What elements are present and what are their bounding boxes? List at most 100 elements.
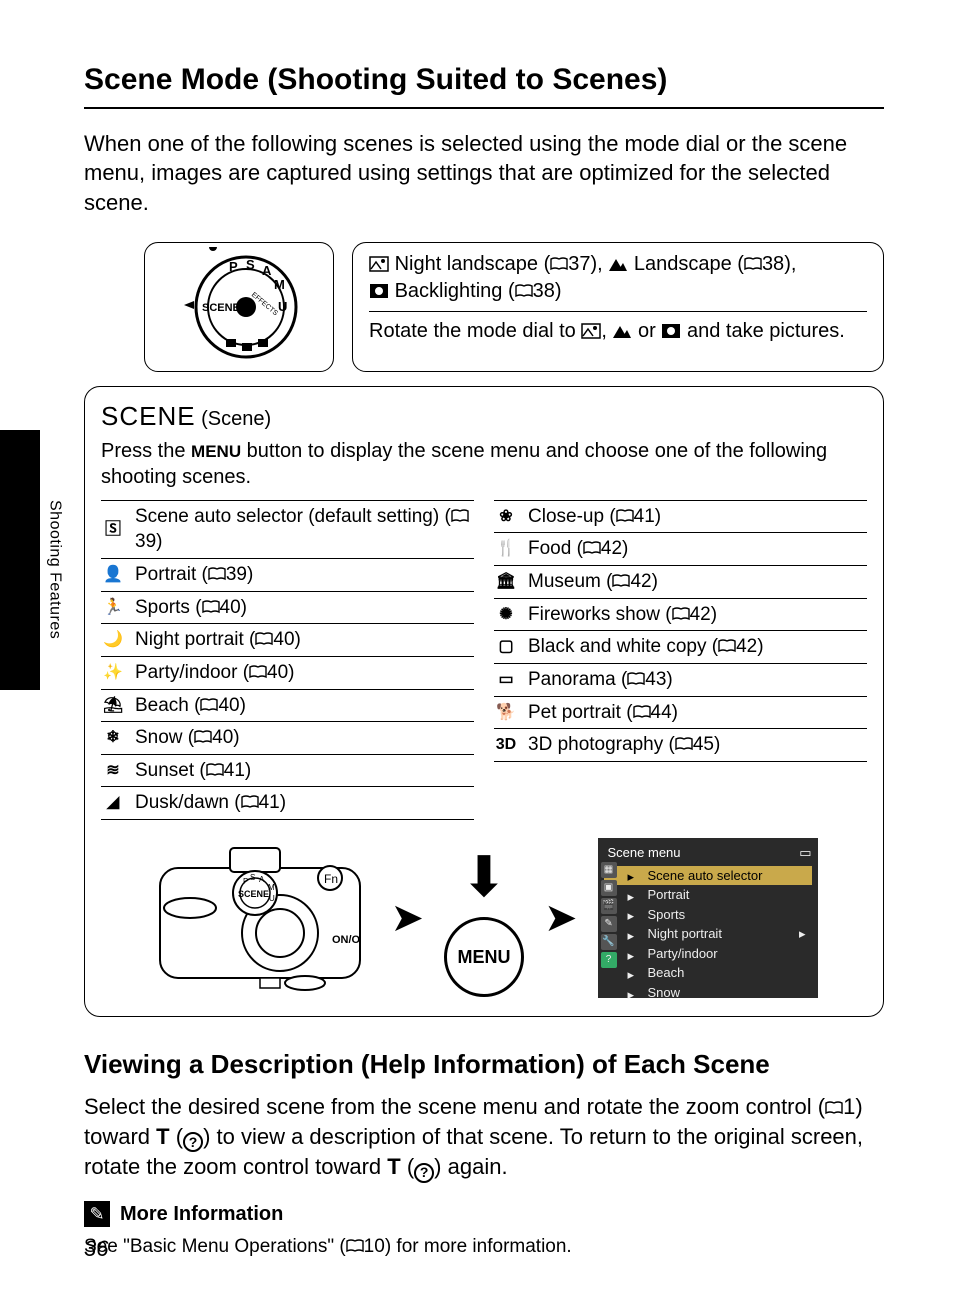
note-pencil-icon: ✎ bbox=[84, 1201, 110, 1227]
scene-box: SCENE (Scene) Press the MENU button to d… bbox=[84, 386, 884, 1018]
scene-icon: 🏃 bbox=[101, 597, 125, 619]
scene-icon: 🌙 bbox=[101, 629, 125, 651]
scene-label: Scene auto selector (default setting) (3… bbox=[135, 504, 474, 555]
page-number: 36 bbox=[84, 1234, 108, 1264]
scene-label: Party/indoor (40) bbox=[135, 660, 295, 686]
scene-subtext: Press the MENU button to display the sce… bbox=[101, 438, 867, 490]
arrow-icon: ➤ bbox=[390, 891, 424, 945]
scene-heading-word: SCENE bbox=[101, 401, 196, 431]
mode-dial-row: SCENE P S A M U EFFECTS Night landscape … bbox=[84, 242, 884, 372]
svg-text:SCENE: SCENE bbox=[238, 889, 269, 899]
night-landscape-ref: (37), bbox=[544, 253, 603, 275]
side-section-label: Shooting Features bbox=[44, 500, 66, 639]
scene-icon: ◢ bbox=[101, 792, 125, 814]
scene-row: ▢ Black and white copy (42) bbox=[494, 631, 867, 664]
help-icon: ? bbox=[414, 1163, 434, 1183]
svg-text:P: P bbox=[229, 259, 238, 274]
svg-text:A: A bbox=[262, 263, 272, 278]
lcd-row: ▸Snow bbox=[604, 983, 812, 1003]
scene-icon: ▭ bbox=[494, 669, 518, 691]
lcd-item-icon: ▸ bbox=[628, 947, 642, 961]
dial-text-box: Night landscape (37), Landscape (38), Ba… bbox=[352, 242, 884, 372]
t-zoom-icon: T bbox=[156, 1124, 169, 1149]
lcd-item-label: Scene auto selector bbox=[648, 867, 763, 885]
scene-icon: ❄ bbox=[101, 727, 125, 749]
scene-label: Fireworks show (42) bbox=[528, 602, 717, 628]
scene-label: Sports (40) bbox=[135, 595, 247, 621]
landscape-label: Landscape bbox=[634, 253, 732, 275]
page-ref-icon bbox=[346, 1239, 364, 1253]
scene-icon: ⛱ bbox=[101, 695, 125, 717]
scene-icon: 👤 bbox=[101, 564, 125, 586]
scene-label: Dusk/dawn (41) bbox=[135, 790, 286, 816]
scene-row: ✨Party/indoor (40) bbox=[101, 657, 474, 690]
landscape-ref: (38), bbox=[737, 253, 796, 275]
scene-row: 👤Portrait (39) bbox=[101, 559, 474, 592]
t-zoom-icon: T bbox=[387, 1154, 400, 1179]
svg-text:S: S bbox=[250, 873, 255, 882]
page-ref-icon bbox=[825, 1101, 843, 1115]
scene-icon: 🅂 bbox=[101, 519, 125, 541]
mode-dial-figure: SCENE P S A M U EFFECTS bbox=[144, 242, 334, 372]
mode-dial-icon: SCENE P S A M U EFFECTS bbox=[174, 247, 304, 367]
scene-heading-paren: (Scene) bbox=[201, 408, 271, 430]
svg-text:S: S bbox=[246, 257, 255, 272]
svg-text:P: P bbox=[243, 877, 248, 886]
svg-text:A: A bbox=[259, 875, 265, 884]
lcd-item-icon: ▸ bbox=[628, 986, 642, 1000]
scene-row: ❀Close-up (41) bbox=[494, 500, 867, 534]
scene-row: 🐕Pet portrait (44) bbox=[494, 697, 867, 730]
backlighting-icon bbox=[661, 323, 681, 339]
note-title: More Information bbox=[120, 1201, 283, 1228]
scene-label: Snow (40) bbox=[135, 725, 240, 751]
scene-label: Museum (42) bbox=[528, 569, 658, 595]
scene-icon: ≋ bbox=[101, 760, 125, 782]
lcd-row: ▸Scene auto selector bbox=[604, 866, 812, 886]
lcd-title: Scene menu▭ bbox=[604, 844, 812, 862]
lcd-item-icon: ▸ bbox=[628, 907, 642, 921]
scene-icon: 🏛 bbox=[494, 571, 518, 593]
scene-row: 🏛 Museum (42) bbox=[494, 566, 867, 599]
scene-row: ⛱Beach (40) bbox=[101, 690, 474, 723]
backlighting-icon bbox=[369, 283, 389, 299]
scene-row: 🅂 Scene auto selector (default setting) (… bbox=[101, 500, 474, 559]
menu-button-word: MENU bbox=[191, 442, 241, 461]
scene-label: Black and white copy (42) bbox=[528, 634, 764, 660]
scene-heading: SCENE (Scene) bbox=[101, 399, 867, 434]
scene-icon: ▢ bbox=[494, 636, 518, 658]
dial-bottom-line: Rotate the mode dial to , or and take pi… bbox=[369, 318, 867, 345]
note-heading-row: ✎ More Information bbox=[84, 1201, 884, 1228]
landscape-icon bbox=[612, 323, 632, 339]
svg-text:Fn: Fn bbox=[324, 872, 338, 886]
lcd-item-icon: ▸ bbox=[628, 966, 642, 980]
lcd-row: ▸Beach bbox=[604, 963, 812, 983]
help-heading: Viewing a Description (Help Information)… bbox=[84, 1047, 884, 1082]
scene-list-left: 🅂 Scene auto selector (default setting) (… bbox=[101, 500, 474, 820]
scene-row: 🏃 Sports (40) bbox=[101, 592, 474, 625]
svg-text:ON/O: ON/O bbox=[332, 934, 361, 946]
lcd-item-label: Sports bbox=[648, 906, 686, 924]
scene-row: 🌙 Night portrait (40) bbox=[101, 624, 474, 657]
scene-list-right: ❀Close-up (41)🍴Food (42)🏛Museum (42)✺Fir… bbox=[494, 500, 867, 820]
help-icon: ? bbox=[183, 1132, 203, 1152]
scene-row: 3D3D photography (45) bbox=[494, 729, 867, 762]
scene-icon: 🐕 bbox=[494, 702, 518, 724]
scene-icon: ❀ bbox=[494, 506, 518, 528]
scene-row: 🍴Food (42) bbox=[494, 533, 867, 566]
page-title: Scene Mode (Shooting Suited to Scenes) bbox=[84, 60, 884, 109]
lcd-item-icon: ▸ bbox=[628, 888, 642, 902]
backlighting-ref: (38) bbox=[508, 280, 562, 302]
scene-row: ❄ Snow (40) bbox=[101, 722, 474, 755]
lcd-row: ▸Night portrait▸ bbox=[604, 924, 812, 944]
lcd-item-icon: ▸ bbox=[628, 927, 642, 941]
lcd-row: ▸Portrait bbox=[604, 885, 812, 905]
svg-text:M: M bbox=[274, 277, 285, 292]
scene-label: Night portrait (40) bbox=[135, 627, 301, 653]
night-landscape-icon bbox=[369, 256, 389, 272]
lcd-left-icons: ▦▣🎬✎🔧? bbox=[601, 862, 619, 968]
scene-label: 3D photography (45) bbox=[528, 732, 720, 758]
arrow-icon: ➤ bbox=[544, 891, 578, 945]
svg-text:U: U bbox=[278, 299, 287, 314]
intro-paragraph: When one of the following scenes is sele… bbox=[84, 129, 884, 218]
side-tab bbox=[0, 430, 40, 690]
